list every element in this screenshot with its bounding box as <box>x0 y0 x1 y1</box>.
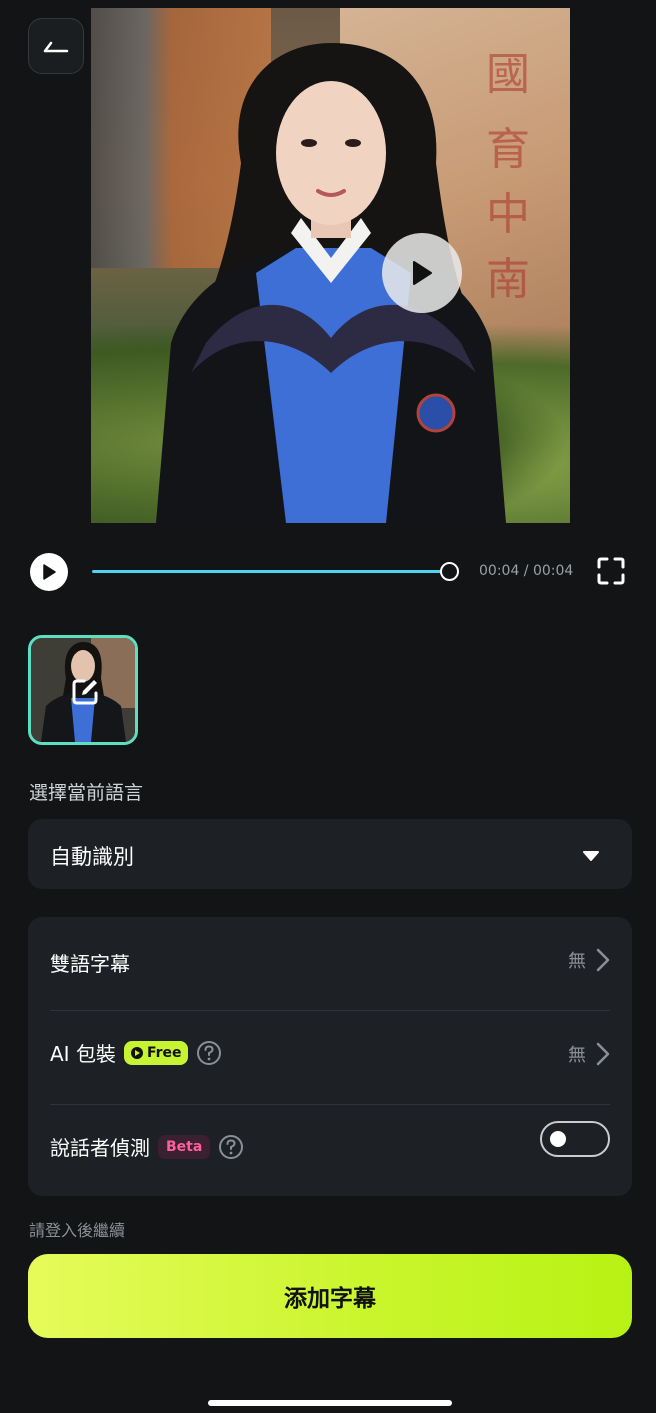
free-badge: Free <box>123 1040 188 1065</box>
back-button[interactable] <box>28 18 84 74</box>
speaker-detection-toggle[interactable] <box>540 1121 610 1157</box>
speaker-detection-row: 說話者偵測 Beta <box>50 1105 610 1198</box>
progress-handle[interactable] <box>440 562 459 581</box>
ai-packaging-label: AI 包裝 <box>50 1042 116 1066</box>
home-indicator[interactable] <box>208 1400 452 1406</box>
time-display: 00:04 / 00:04 <box>479 563 574 579</box>
chevron-right-icon <box>596 948 610 972</box>
play-icon <box>413 261 432 285</box>
bilingual-subtitles-label: 雙語字幕 <box>50 952 130 976</box>
chevron-right-icon <box>596 1042 610 1066</box>
beta-badge: Beta <box>158 1134 211 1159</box>
edit-icon <box>72 679 98 705</box>
video-preview[interactable]: 國 育 中 南 <box>91 8 570 523</box>
free-badge-label: Free <box>146 1044 182 1061</box>
fullscreen-icon[interactable] <box>596 556 626 586</box>
language-selected-value: 自動識別 <box>50 845 134 869</box>
add-subtitles-label: 添加字幕 <box>284 1286 376 1312</box>
progress-track[interactable] <box>92 570 450 573</box>
back-icon <box>43 41 69 53</box>
ai-packaging-value: 無 <box>568 1045 586 1066</box>
clip-thumbnail[interactable] <box>28 635 138 745</box>
help-icon[interactable] <box>218 1134 244 1160</box>
speaker-detection-label: 說話者偵測 <box>50 1136 150 1160</box>
add-subtitles-button[interactable]: 添加字幕 <box>28 1254 632 1338</box>
bilingual-subtitles-value: 無 <box>568 951 586 972</box>
bilingual-subtitles-row[interactable]: 雙語字幕 無 <box>50 917 610 1010</box>
video-play-button[interactable] <box>382 233 462 313</box>
language-select[interactable]: 自動識別 <box>28 819 632 889</box>
play-button[interactable] <box>30 553 68 591</box>
caret-down-icon <box>583 851 599 861</box>
ai-packaging-row[interactable]: AI 包裝 Free 無 <box>50 1011 610 1104</box>
free-badge-icon <box>130 1046 143 1059</box>
language-label: 選擇當前語言 <box>29 782 144 804</box>
help-icon[interactable] <box>196 1040 222 1066</box>
toggle-knob <box>550 1131 566 1147</box>
play-icon <box>43 564 56 580</box>
subtitle-options-card: 雙語字幕 無 AI 包裝 Free 無 說話者偵測 Beta <box>28 917 632 1196</box>
player-controls: 00:04 / 00:04 <box>30 552 630 592</box>
login-hint: 請登入後繼續 <box>29 1221 126 1240</box>
